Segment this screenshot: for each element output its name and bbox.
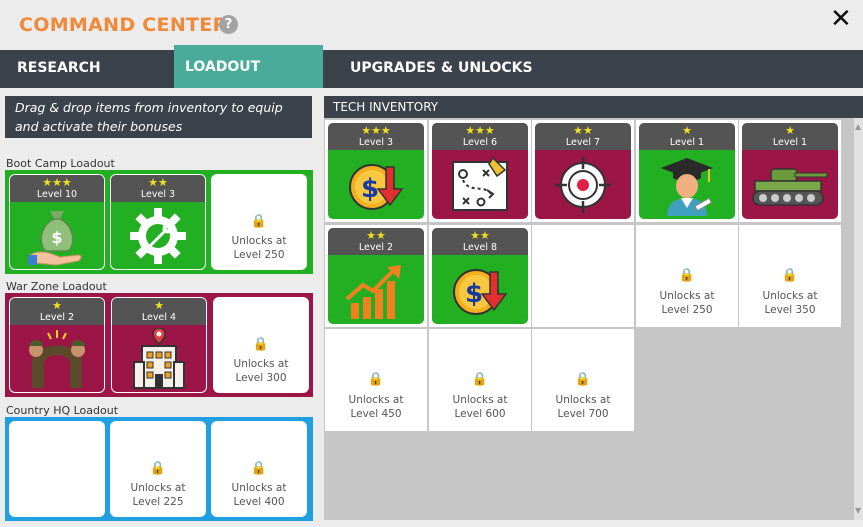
soldiers-arch-icon <box>10 325 104 392</box>
star-rating: ★ <box>682 124 692 137</box>
inventory-item[interactable]: ★★ Level 2 <box>328 228 424 324</box>
boot-camp-loadout: ★★★ Level 10 $ ★★ Level 3 🔒 Unlocks at L… <box>5 170 313 274</box>
star-rating: ★★ <box>470 229 490 242</box>
inventory-cell: ★★ Level 2 <box>325 225 427 327</box>
scroll-down-icon[interactable]: ▼ <box>855 506 861 515</box>
inventory-cell-empty[interactable] <box>532 225 634 327</box>
level-label: Level 3 <box>140 189 176 200</box>
svg-text:$: $ <box>465 279 483 309</box>
dollar-down-icon: $ <box>432 255 528 324</box>
inventory-item[interactable]: ★★★ Level 6 <box>432 123 528 219</box>
inventory-item[interactable]: ★ Level 1 <box>742 123 838 219</box>
lock-icon: 🔒 <box>367 372 385 387</box>
top-bar: COMMAND CENTER ? ✕ <box>0 0 863 50</box>
star-rating: ★★ <box>148 176 168 189</box>
money-bag-icon: $ <box>10 202 104 269</box>
inventory-scrollbar[interactable]: ▲ ▼ <box>854 118 863 520</box>
tab-upgrades-unlocks[interactable]: UPGRADES & UNLOCKS <box>350 50 550 88</box>
star-rating: ★★★ <box>361 124 391 137</box>
war-zone-loadout: ★ Level 2 ★ Level 4 🔒 Unlocks at Level 3… <box>5 293 313 397</box>
star-rating: ★★★ <box>42 176 72 189</box>
level-label: Level 10 <box>36 189 78 200</box>
country-hq-loadout: 🔒 Unlocks at Level 225 🔒 Unlocks at Leve… <box>5 417 313 521</box>
tab-loadout[interactable]: LOADOUT <box>174 45 323 88</box>
inventory-item[interactable]: ★★ Level 8 $ <box>432 228 528 324</box>
star-rating: ★★ <box>366 229 386 242</box>
locked-cell: 🔒 Unlocks at Level 450 <box>325 329 427 431</box>
inventory-cell: ★★★ Level 6 <box>429 120 531 222</box>
star-rating: ★★★ <box>465 124 495 137</box>
locked-cell: 🔒 Unlocks at Level 600 <box>429 329 531 431</box>
locked-slot: 🔒 Unlocks at Level 250 <box>211 174 307 270</box>
level-label: Level 4 <box>141 312 177 323</box>
svg-text:$: $ <box>361 174 379 204</box>
tank-icon <box>742 150 838 219</box>
locked-slot: 🔒 Unlocks at Level 225 <box>110 421 206 517</box>
page-title: COMMAND CENTER <box>19 14 228 36</box>
lock-icon: 🔒 <box>252 337 270 352</box>
info-banner: Drag & drop items from inventory to equi… <box>5 96 312 138</box>
help-icon[interactable]: ? <box>219 15 238 34</box>
star-rating: ★ <box>52 299 62 312</box>
loadout-slot[interactable]: ★★ Level 3 <box>110 174 206 270</box>
level-label: Level 8 <box>462 242 498 253</box>
country-hq-label: Country HQ Loadout <box>6 404 119 417</box>
locked-slot: 🔒 Unlocks at Level 300 <box>213 297 309 393</box>
lock-icon: 🔒 <box>678 268 696 283</box>
lock-icon: 🔒 <box>250 214 268 229</box>
svg-text:$: $ <box>51 228 62 247</box>
inventory-cell: ★★★ Level 3 $ <box>325 120 427 222</box>
level-label: Level 7 <box>565 137 601 148</box>
locked-slot: 🔒 Unlocks at Level 400 <box>211 421 307 517</box>
strategy-map-icon <box>432 150 528 219</box>
gear-wrench-icon <box>111 202 205 269</box>
inventory-cell: ★★ Level 8 $ <box>429 225 531 327</box>
inventory-cell: ★★ Level 7 <box>532 120 634 222</box>
star-rating: ★ <box>785 124 795 137</box>
close-icon[interactable]: ✕ <box>830 4 852 34</box>
inventory-cell: ★ Level 1 <box>636 120 738 222</box>
star-rating: ★★ <box>573 124 593 137</box>
scroll-up-icon[interactable]: ▲ <box>855 122 861 131</box>
lock-icon: 🔒 <box>250 461 268 476</box>
locked-cell: 🔒 Unlocks at Level 700 <box>532 329 634 431</box>
inventory-item[interactable]: ★ Level 1 <box>639 123 735 219</box>
loadout-slot[interactable]: ★ Level 2 <box>9 297 105 393</box>
level-label: Level 3 <box>358 137 394 148</box>
lock-icon: 🔒 <box>781 268 799 283</box>
war-zone-label: War Zone Loadout <box>6 280 107 293</box>
target-icon <box>535 150 631 219</box>
loadout-slot[interactable]: ★★★ Level 10 $ <box>9 174 105 270</box>
level-label: Level 1 <box>772 137 808 148</box>
inventory-item[interactable]: ★★★ Level 3 $ <box>328 123 424 219</box>
locked-cell: 🔒 Unlocks at Level 250 <box>636 225 738 327</box>
tech-inventory-header: TECH INVENTORY <box>324 96 863 118</box>
hq-building-icon <box>112 325 206 392</box>
inventory-cell: ★ Level 1 <box>739 120 841 222</box>
tech-inventory-grid: ★★★ Level 3 $ ★★★ Level 6 ★★ Level 7 ★ L… <box>324 118 854 520</box>
level-label: Level 2 <box>39 312 75 323</box>
boot-camp-label: Boot Camp Loadout <box>6 157 115 170</box>
loadout-slot[interactable]: ★ Level 4 <box>111 297 207 393</box>
tab-research[interactable]: RESEARCH <box>0 50 174 88</box>
level-label: Level 1 <box>669 137 705 148</box>
level-label: Level 2 <box>358 242 394 253</box>
tab-bar: RESEARCH LOADOUT UPGRADES & UNLOCKS <box>0 45 863 88</box>
lock-icon: 🔒 <box>149 461 167 476</box>
inventory-item[interactable]: ★★ Level 7 <box>535 123 631 219</box>
empty-slot[interactable] <box>9 421 105 517</box>
lock-icon: 🔒 <box>574 372 592 387</box>
level-label: Level 6 <box>462 137 498 148</box>
lock-icon: 🔒 <box>471 372 489 387</box>
growth-chart-icon <box>328 255 424 324</box>
graduate-icon <box>639 150 735 219</box>
dollar-down-icon: $ <box>328 150 424 219</box>
locked-cell: 🔒 Unlocks at Level 350 <box>739 225 841 327</box>
star-rating: ★ <box>154 299 164 312</box>
